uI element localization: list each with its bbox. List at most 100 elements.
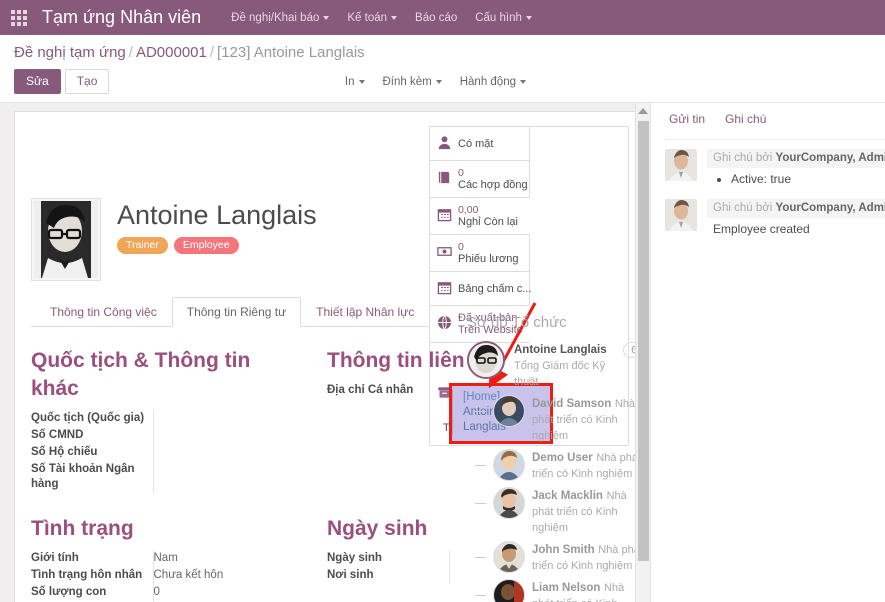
avatar [665,149,697,181]
org-subordinate-name: Liam Nelson [532,582,601,594]
stat-button-nghi-con-lai[interactable]: 0,00 Nghỉ Còn lại [430,198,530,235]
action-links: In Đính kèm Hành động [345,76,871,88]
status-fields: Giới tính Nam Tình trạng hôn nhân Chưa k… [31,550,303,602]
org-subordinate-text: Liam Nelson Nhà phát triển có Kinh nghiệ… [532,579,645,602]
org-subordinate-name: David Samson [532,398,612,410]
breadcrumb-second[interactable]: AD000001 [136,44,207,61]
breadcrumb-root[interactable]: Đề nghị tạm ứng [14,44,126,61]
create-button[interactable]: Tạo [64,69,110,94]
org-subordinate-row[interactable]: David Samson Nhà phát triển có Kinh nghi… [467,395,645,443]
org-subordinate-row[interactable]: Jack Macklin Nhà phát triển có Kinh nghi… [467,487,645,535]
org-subordinate-text: John Smith Nhà phát triển có Kinh nghiệm [532,541,645,573]
field-value[interactable]: Nam [152,550,303,567]
breadcrumb-separator: / [128,44,133,61]
message-body: Ghi chú bởi YourCompany, Adminis Employe… [707,199,885,240]
menu-item-bao-cao[interactable]: Báo cáo [415,12,457,24]
chatter-buttons: Gửi tin Ghi chú [651,112,885,139]
field-value[interactable] [152,444,303,461]
chevron-down-icon [520,79,526,84]
org-subordinate-text: Jack Macklin Nhà phát triển có Kinh nghi… [532,487,645,535]
message-text: Employee created [713,222,810,236]
send-message-button[interactable]: Gửi tin [669,112,705,126]
action-dropdown[interactable]: Hành động [460,76,526,88]
stat-label: Phiếu lương [458,253,519,265]
menu-item-cau-hinh[interactable]: Cấu hình [475,12,532,24]
top-navbar: Tạm ứng Nhân viên Đề nghị/Khai báo Kế to… [0,0,885,35]
action-label: Hành động [459,75,516,88]
body: Có mặt 0 Các hợp đồng 0,00 Nghỉ Còn lại … [0,103,885,602]
money-icon [437,244,452,262]
org-subordinate-name: John Smith [532,544,595,556]
org-subordinate-row[interactable]: John Smith Nhà phát triển có Kinh nghiệm [467,541,645,573]
org-manager-row[interactable]: Antoine Langlais Tổng Giám đốc Kỹ thuật … [467,341,645,389]
org-chart-title: Sơ đồ Tổ chức [467,314,567,331]
chevron-down-icon [391,15,398,20]
stat-button-cac-hop-dong[interactable]: 0 Các hợp đồng [430,161,530,198]
menu-item-ke-toan[interactable]: Kế toán [347,12,398,24]
message-author: YourCompany, Adminis [775,152,885,164]
field-value[interactable]: 0 [152,584,303,601]
form-sheet: Có mặt 0 Các hợp đồng 0,00 Nghỉ Còn lại … [14,111,645,602]
avatar [467,341,505,379]
scroll-up-arrow-icon[interactable] [638,108,648,114]
chevron-down-icon [435,79,442,84]
message-prefix: Ghi chú bởi [713,202,776,214]
employee-tags: Trainer Employee [117,237,317,254]
field-row: Giới tính Nam [31,550,303,567]
menu-label: Cấu hình [475,11,522,24]
field-label: Nơi sinh [327,569,374,581]
tab-thong-tin-cong-viec[interactable]: Thông tin Công việc [35,297,172,327]
calendar-icon [437,207,452,225]
control-panel: Đề nghị tạm ứng / AD000001/[123] Antoine L… [0,35,885,103]
field-row: Số Hộ chiếu [31,444,303,461]
field-label: Ngày sinh [327,552,382,564]
message-header: Ghi chú bởi YourCompany, Adminis [707,199,885,218]
print-dropdown[interactable]: In [345,76,365,88]
field-value[interactable] [152,461,303,493]
org-subordinate-name: Demo User [532,452,593,464]
log-note-button[interactable]: Ghi chú [725,112,766,126]
main-menu: Đề nghị/Khai báo Kế toán Báo cáo Cấu hìn… [231,12,532,24]
message-header: Ghi chú bởi YourCompany, Adminis [707,149,885,168]
org-subordinate-row[interactable]: Demo User Nhà phát triển có Kinh nghiệm [467,449,645,481]
tree-connector [475,503,486,504]
tab-thiet-lap-nhan-luc[interactable]: Thiết lập Nhân lực [301,297,429,327]
field-label: Số Tài khoản Ngân hàng [31,463,135,490]
stat-button-bang-cham-cong[interactable]: Bảng chấm c... [430,272,532,306]
group-title: Quốc tịch & Thông tin khác [31,349,251,400]
citizenship-fields: Quốc tịch (Quốc gia) Số CMND Số Hộ chiếu [31,410,303,493]
scrollbar-thumb[interactable] [638,121,649,561]
field-label: Tình trạng hôn nhân [31,569,143,581]
message-bullet: Active: true [731,171,879,187]
field-row: Số Tài khoản Ngân hàng [31,461,303,493]
stat-value: 0 [458,241,464,253]
field-row: Tình trạng hôn nhân Chưa kết hôn [31,567,303,584]
tag-employee[interactable]: Employee [173,237,239,254]
apps-grid-icon[interactable] [8,7,30,29]
field-value[interactable]: Chưa kết hôn [152,567,303,584]
group-status: Tình trạng Giới tính Nam Tình trạng hôn … [31,515,303,602]
employee-photo[interactable] [31,198,101,281]
breadcrumb-current: [123] Antoine Langlais [217,44,365,61]
app-title: Tạm ứng Nhân viên [42,7,202,27]
stat-button-co-mat[interactable]: Có mặt [430,127,530,161]
field-value[interactable] [152,427,303,444]
form-scrollbar[interactable] [635,103,650,602]
field-label: Số CMND [31,429,84,441]
field-value[interactable] [152,410,303,427]
stat-label: Bảng chấm c... [458,282,532,295]
attachment-label: Đính kèm [382,75,432,88]
stat-button-phieu-luong[interactable]: 0 Phiếu lương [430,235,530,272]
stat-label: Có mặt [458,137,494,150]
tab-thong-tin-rieng-tu[interactable]: Thông tin Riêng tư [171,297,302,327]
edit-button[interactable]: Sửa [14,69,61,94]
avatar [493,541,525,573]
menu-item-de-nghi-khai-bao[interactable]: Đề nghị/Khai báo [231,12,330,24]
attachment-dropdown[interactable]: Đính kèm [383,76,442,88]
tag-trainer[interactable]: Trainer [117,237,168,254]
stat-label: Nghỉ Còn lại [458,216,518,228]
stat-label: Các hợp đồng [458,179,528,191]
chevron-down-icon [323,15,330,20]
chatter-panel: Gửi tin Ghi chú Ghi chú bởi YourCompany,… [650,103,885,602]
org-subordinate-row[interactable]: Liam Nelson Nhà phát triển có Kinh nghiệ… [467,579,645,602]
